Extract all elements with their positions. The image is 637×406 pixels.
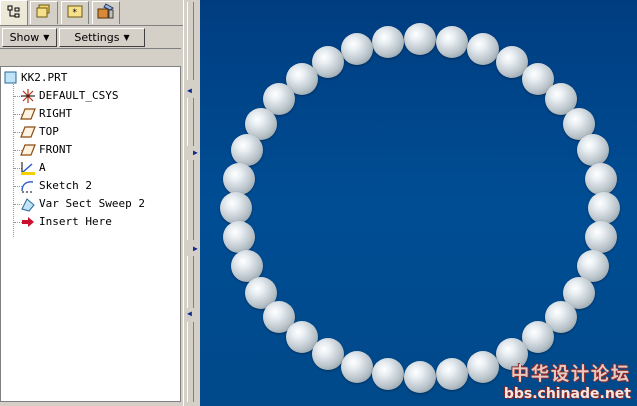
connections-tab-icon: [97, 2, 115, 24]
bead: [222, 162, 255, 195]
bead: [435, 25, 468, 58]
watermark-url: bbs.chinade.net: [503, 386, 631, 402]
expand-right-icon[interactable]: ▶: [193, 148, 198, 157]
datum-plane-icon: [20, 142, 36, 158]
tree-item-axis-a[interactable]: A: [20, 159, 46, 176]
show-menu-button[interactable]: Show ▼: [2, 28, 57, 47]
panel-splitter[interactable]: ◀ ▶ ▶ ◀: [183, 0, 200, 406]
tree-header-bar: [0, 48, 181, 66]
svg-text:*: *: [72, 8, 77, 18]
tree-item-label: Insert Here: [39, 215, 112, 228]
favorites-tab[interactable]: *: [61, 1, 89, 24]
folder-browser-tab-icon: [36, 3, 52, 23]
model-tree-tab-icon: [7, 4, 21, 23]
connections-tab[interactable]: [92, 1, 120, 24]
tree-item-label: Sketch 2: [39, 179, 92, 192]
bead: [312, 338, 344, 371]
bead: [466, 350, 499, 383]
collapse-left-icon[interactable]: ◀: [187, 309, 192, 318]
bead: [222, 221, 255, 254]
settings-menu-button[interactable]: Settings ▼: [59, 28, 145, 47]
watermark-title: 中华设计论坛: [511, 364, 631, 385]
tree-item-insert-here[interactable]: Insert Here: [20, 213, 112, 230]
splitter-grip: [187, 160, 194, 240]
chevron-down-icon: ▼: [43, 33, 50, 42]
expand-right-icon[interactable]: ▶: [193, 244, 198, 253]
bead: [231, 134, 264, 167]
navigator-tabbar: *: [0, 0, 183, 26]
chevron-down-icon: ▼: [123, 33, 130, 42]
tree-item-label: A: [39, 161, 46, 174]
folder-browser-tab[interactable]: [30, 1, 58, 24]
model-tree-tab[interactable]: [0, 0, 28, 25]
tree-item-default-csys[interactable]: DEFAULT_CSYS: [20, 87, 118, 104]
bead: [341, 33, 374, 66]
tree-item-label: TOP: [39, 125, 59, 138]
tree-item-right[interactable]: RIGHT: [20, 105, 72, 122]
sweep-icon: [20, 196, 36, 212]
tree-item-label: Var Sect Sweep 2: [39, 197, 145, 210]
datum-axis-icon: [20, 160, 36, 176]
bead: [585, 221, 618, 254]
show-menu-label: Show: [9, 31, 40, 44]
splitter-grip: [187, 256, 194, 308]
bead: [372, 25, 405, 58]
graphics-viewport[interactable]: 中华设计论坛 bbs.chinade.net: [200, 0, 637, 406]
bead: [576, 134, 609, 167]
bead: [466, 33, 499, 66]
tree-root-item[interactable]: KK2.PRT: [2, 69, 67, 86]
sketch-icon: [20, 178, 36, 194]
tree-root-label: KK2.PRT: [21, 71, 68, 84]
csys-icon: [20, 88, 36, 104]
bead: [404, 23, 436, 55]
bead: [404, 361, 436, 393]
bead: [372, 358, 405, 391]
favorites-tab-icon: *: [67, 3, 83, 23]
bead: [341, 350, 374, 383]
bead: [585, 162, 618, 195]
tree-item-label: FRONT: [39, 143, 73, 156]
model-tree: KK2.PRT DEFAULT_CSYS RIGHT TOP FRONT A S…: [0, 66, 181, 402]
insert-arrow-icon: [20, 214, 36, 230]
datum-plane-icon: [20, 124, 36, 140]
bead: [220, 192, 252, 224]
bead: [588, 192, 620, 224]
tree-item-label: RIGHT: [39, 107, 73, 120]
tree-connector-line: [13, 79, 15, 237]
datum-plane-icon: [20, 106, 36, 122]
splitter-grip: [187, 98, 194, 146]
part-icon: [2, 70, 18, 86]
splitter-grip: [187, 2, 194, 80]
tree-item-top[interactable]: TOP: [20, 123, 59, 140]
tree-item-var-sect-sweep-2[interactable]: Var Sect Sweep 2: [20, 195, 145, 212]
bead: [435, 358, 468, 391]
tree-item-front[interactable]: FRONT: [20, 141, 72, 158]
settings-menu-label: Settings: [74, 31, 120, 44]
navigator-panel: * Show ▼ Settings ▼ KK2.PRT DEFAULT_CSYS…: [0, 0, 183, 406]
tree-item-label: DEFAULT_CSYS: [39, 89, 119, 102]
collapse-left-icon[interactable]: ◀: [187, 86, 192, 95]
splitter-grip: [187, 322, 194, 402]
tree-item-sketch-2[interactable]: Sketch 2: [20, 177, 92, 194]
watermark: 中华设计论坛 bbs.chinade.net: [504, 360, 631, 402]
